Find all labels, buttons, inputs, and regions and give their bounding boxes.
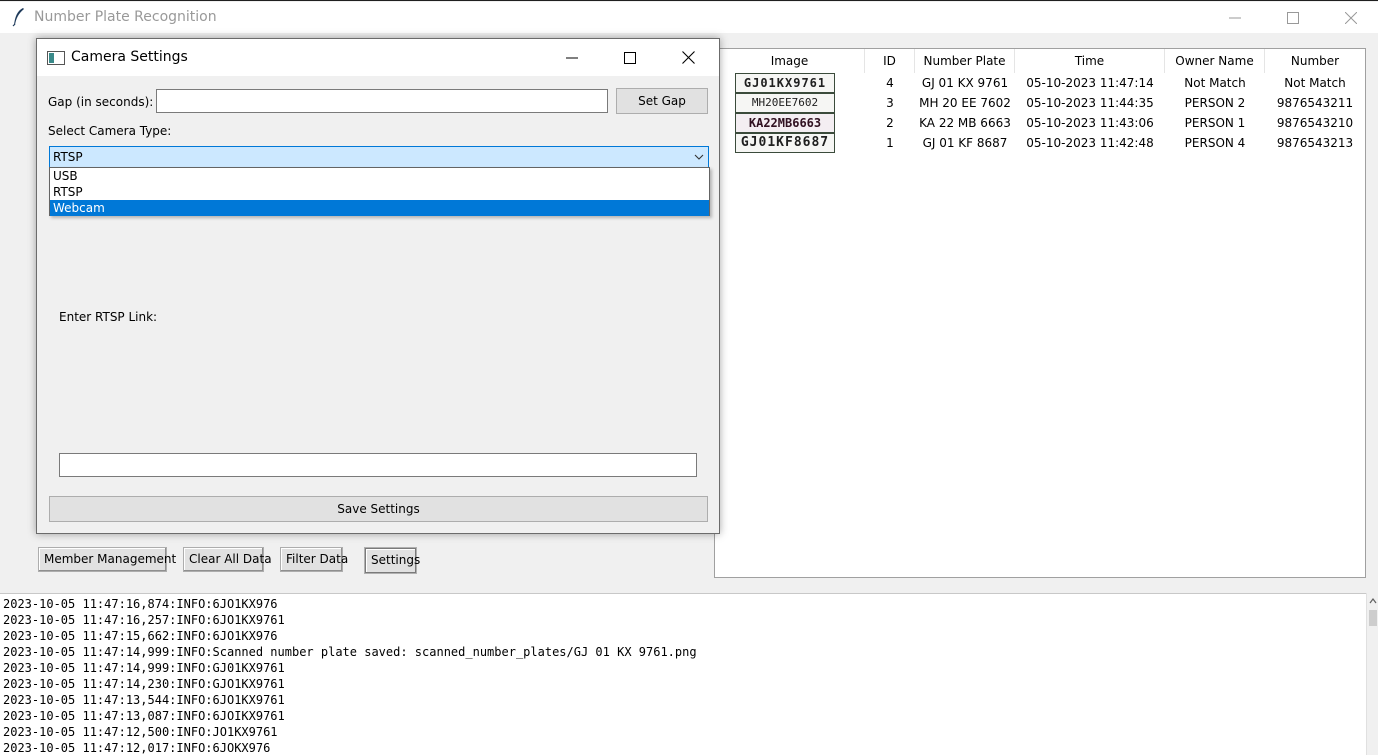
camera-type-label: Select Camera Type: [48,124,172,138]
main-titlebar: Number Plate Recognition [0,2,1378,33]
log-line: 2023-10-05 11:47:12,500:INFO:JO1KX9761 [3,725,278,739]
records-table[interactable]: Image ID Number Plate Time Owner Name Nu… [714,48,1366,578]
close-icon [681,51,695,64]
number-cell: 9876543213 [1276,136,1354,150]
table-row[interactable]: KA22MB6663 2 KA 22 MB 6663 05-10-2023 11… [715,113,1365,133]
camera-type-dropdown: USB RTSP Webcam [49,167,710,216]
dialog-minimize-button[interactable] [543,39,601,76]
time-cell: 05-10-2023 11:47:14 [1026,76,1154,90]
camera-option-usb[interactable]: USB [50,168,709,184]
camera-option-webcam[interactable]: Webcam [50,200,709,216]
close-button[interactable] [1322,2,1378,33]
plate-cell: GJ 01 KF 8687 [922,136,1008,150]
number-cell: 9876543210 [1276,116,1354,130]
dialog-title: Camera Settings [71,49,188,65]
log-line: 2023-10-05 11:47:16,874:INFO:6JO1KX976 [3,597,278,611]
plate-image: MH20EE7602 [735,93,835,113]
owner-cell: PERSON 2 [1184,96,1246,110]
owner-cell: PERSON 4 [1184,136,1246,150]
plate-image: KA22MB6663 [735,113,835,133]
plate-cell: GJ 01 KX 9761 [921,76,1009,90]
plate-image-cell: KA22MB6663 [715,113,865,133]
dialog-maximize-button[interactable] [601,39,659,76]
table-row[interactable]: MH20EE7602 3 MH 20 EE 7602 05-10-2023 11… [715,93,1365,113]
log-output[interactable]: 2023-10-05 11:47:16,874:INFO:6JO1KX976 2… [0,593,1366,755]
id-cell: 2 [886,116,894,130]
rtsp-link-label: Enter RTSP Link: [59,310,158,324]
log-line: 2023-10-05 11:47:12,017:INFO:6JOKX976 [3,741,271,755]
plate-cell: KA 22 MB 6663 [919,116,1011,130]
owner-cell: PERSON 1 [1184,116,1246,130]
plate-image: GJ01KF8687 [735,133,835,153]
scroll-up-icon[interactable] [1369,596,1377,606]
table-row[interactable]: GJ01KF8687 1 GJ 01 KF 8687 05-10-2023 11… [715,133,1365,153]
plate-cell: MH 20 EE 7602 [919,96,1011,110]
clear-all-data-button[interactable]: Clear All Data [183,547,272,572]
table-row[interactable]: GJ01KX9761 4 GJ 01 KX 9761 05-10-2023 11… [715,73,1365,93]
plate-image-cell: GJ01KX9761 [715,73,865,93]
id-cell: 1 [886,136,894,150]
id-cell: 4 [886,76,894,90]
log-line: 2023-10-05 11:47:13,544:INFO:6JO1KX9761 [3,693,285,707]
id-cell: 3 [886,96,894,110]
camera-type-value: RTSP [53,150,83,164]
window-icon [47,51,65,65]
chevron-down-icon[interactable] [693,151,705,163]
number-cell: 9876543211 [1276,96,1354,110]
column-header[interactable]: Number [1265,49,1365,73]
plate-image-cell: GJ01KF8687 [715,133,865,153]
minimize-icon [566,57,578,58]
log-line: 2023-10-05 11:47:13,087:INFO:6JOIKX9761 [3,709,285,723]
set-gap-button[interactable]: Set Gap [616,88,708,114]
gap-input[interactable] [156,89,608,113]
camera-type-select[interactable]: RTSP [49,146,709,168]
number-cell: Not Match [1284,76,1346,90]
plate-image-cell: MH20EE7602 [715,93,865,113]
close-icon [1345,11,1357,24]
settings-button[interactable]: Settings [365,548,420,573]
plate-image: GJ01KX9761 [735,73,835,93]
gap-label: Gap (in seconds): [48,95,154,109]
maximize-button[interactable] [1264,2,1322,33]
log-line: 2023-10-05 11:47:16,257:INFO:6JO1KX9761 [3,613,285,627]
column-header[interactable]: ID [865,49,915,73]
window-title: Number Plate Recognition [34,9,217,25]
dialog-close-button[interactable] [659,39,717,76]
time-cell: 05-10-2023 11:43:06 [1026,116,1154,130]
maximize-icon [1287,11,1299,24]
member-management-button[interactable]: Member Management [38,547,176,572]
minimize-icon [1229,17,1241,18]
feather-icon [12,8,24,27]
camera-settings-dialog: Camera Settings Gap (in seconds): Set Ga… [36,38,720,534]
camera-option-rtsp[interactable]: RTSP [50,184,709,200]
column-header[interactable]: Number Plate [915,49,1015,73]
save-settings-button[interactable]: Save Settings [49,496,708,522]
log-scrollbar[interactable] [1366,593,1378,755]
time-cell: 05-10-2023 11:44:35 [1026,96,1154,110]
minimize-button[interactable] [1206,2,1264,33]
column-header[interactable]: Time [1015,49,1165,73]
maximize-icon [624,51,636,64]
column-header[interactable]: Image [715,49,865,73]
owner-cell: Not Match [1184,76,1246,90]
rtsp-link-input[interactable] [59,453,697,477]
log-line: 2023-10-05 11:47:15,662:INFO:6JO1KX976 [3,629,278,643]
table-header: Image ID Number Plate Time Owner Name Nu… [715,49,1365,73]
column-header[interactable]: Owner Name [1165,49,1265,73]
log-line: 2023-10-05 11:47:14,999:INFO:Scanned num… [3,645,697,659]
log-line: 2023-10-05 11:47:14,230:INFO:GJO1KX9761 [3,677,285,691]
time-cell: 05-10-2023 11:42:48 [1026,136,1154,150]
filter-data-button[interactable]: Filter Data [280,547,348,572]
scroll-thumb[interactable] [1369,610,1377,626]
dialog-titlebar: Camera Settings [37,39,719,76]
log-line: 2023-10-05 11:47:14,999:INFO:GJ01KX9761 [3,661,285,675]
